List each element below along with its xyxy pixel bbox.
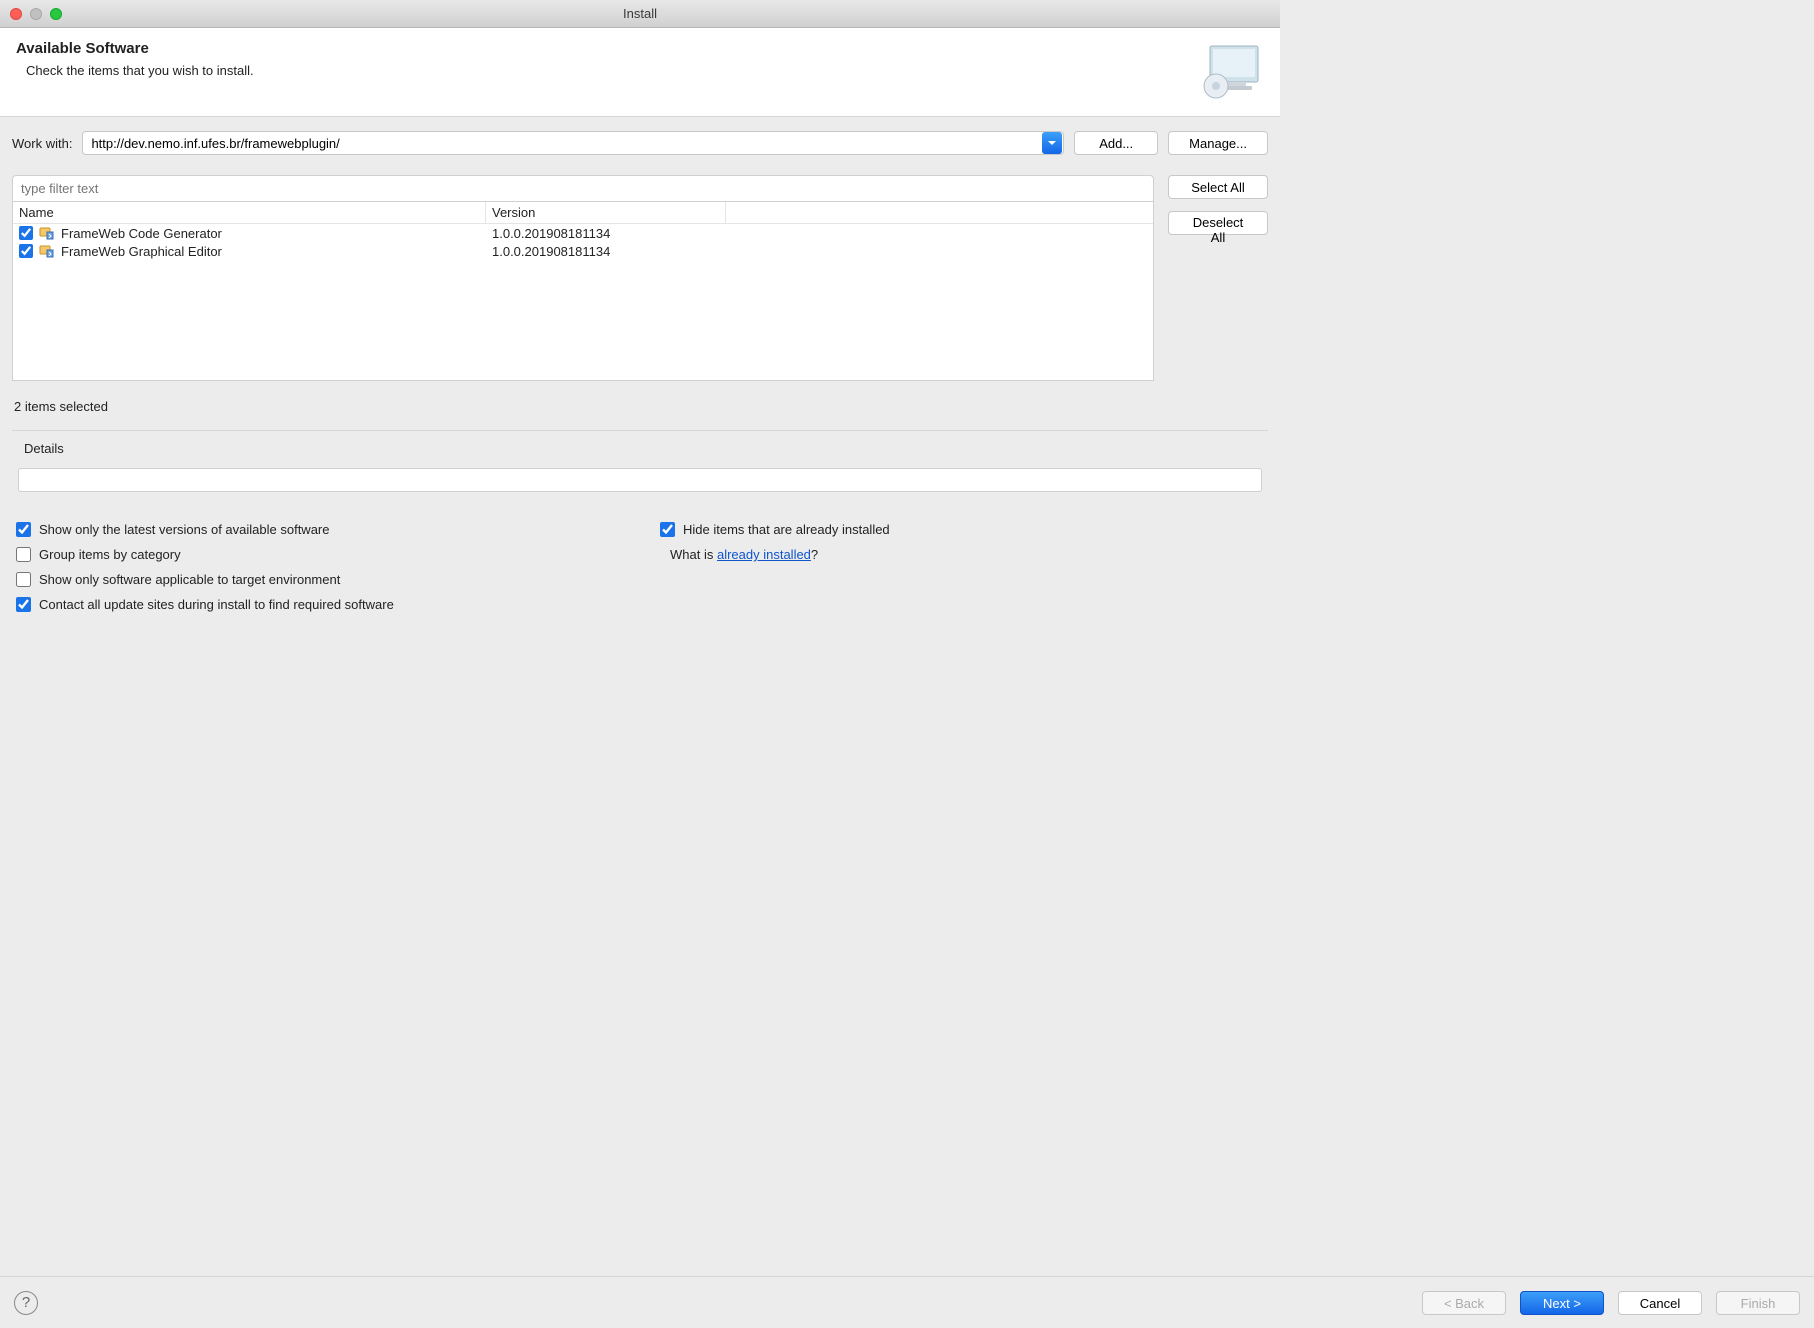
col-version[interactable]: Version xyxy=(486,202,726,223)
item-checkbox[interactable] xyxy=(19,244,33,258)
already-installed-hint: What is already installed? xyxy=(670,547,1264,562)
opt-show-latest[interactable]: Show only the latest versions of availab… xyxy=(16,522,620,537)
add-site-button[interactable]: Add... xyxy=(1074,131,1158,155)
window-title: Install xyxy=(0,6,1280,21)
deselect-all-button[interactable]: Deselect All xyxy=(1168,211,1268,235)
close-window-button[interactable] xyxy=(10,8,22,20)
next-button[interactable]: Next > xyxy=(1520,1291,1604,1315)
item-version: 1.0.0.201908181134 xyxy=(492,244,1147,259)
opt-group-category-checkbox[interactable] xyxy=(16,547,31,562)
details-text[interactable] xyxy=(18,468,1262,492)
feature-icon xyxy=(39,225,55,241)
table-row[interactable]: FrameWeb Code Generator 1.0.0.2019081811… xyxy=(13,224,1153,242)
options-area: Show only the latest versions of availab… xyxy=(12,504,1268,630)
item-name: FrameWeb Graphical Editor xyxy=(61,244,222,259)
details-label: Details xyxy=(24,441,1262,456)
dialog-header: Available Software Check the items that … xyxy=(0,28,1280,117)
work-with-input[interactable] xyxy=(83,133,1041,154)
page-subtitle: Check the items that you wish to install… xyxy=(16,63,254,78)
table-row[interactable]: FrameWeb Graphical Editor 1.0.0.20190818… xyxy=(13,242,1153,260)
opt-show-applicable-checkbox[interactable] xyxy=(16,572,31,587)
software-tree[interactable]: Name Version FrameWeb Code Generator xyxy=(12,201,1154,381)
back-button: < Back xyxy=(1422,1291,1506,1315)
work-with-row: Work with: Add... Manage... xyxy=(12,131,1268,155)
manage-sites-button[interactable]: Manage... xyxy=(1168,131,1268,155)
work-with-combo[interactable] xyxy=(82,131,1064,155)
already-installed-link[interactable]: already installed xyxy=(717,547,811,562)
item-name: FrameWeb Code Generator xyxy=(61,226,222,241)
tree-header: Name Version xyxy=(13,202,1153,224)
zoom-window-button[interactable] xyxy=(50,8,62,20)
col-name[interactable]: Name xyxy=(13,202,486,223)
install-wizard-icon xyxy=(1200,40,1264,104)
main-content: Work with: Add... Manage... Name Version xyxy=(0,117,1280,638)
minimize-window-button[interactable] xyxy=(30,8,42,20)
page-title: Available Software xyxy=(16,40,254,57)
side-button-column: Select All Deselect All xyxy=(1168,175,1268,381)
traffic-lights xyxy=(10,8,62,20)
opt-group-category[interactable]: Group items by category xyxy=(16,547,620,562)
feature-icon xyxy=(39,243,55,259)
titlebar: Install xyxy=(0,0,1280,28)
help-button[interactable]: ? xyxy=(14,1291,38,1315)
wizard-footer: ? < Back Next > Cancel Finish xyxy=(0,1276,1814,1328)
opt-contact-sites[interactable]: Contact all update sites during install … xyxy=(16,597,620,612)
filter-input[interactable] xyxy=(12,175,1154,201)
software-table-area: Name Version FrameWeb Code Generator xyxy=(12,175,1268,381)
item-checkbox[interactable] xyxy=(19,226,33,240)
opt-hide-installed[interactable]: Hide items that are already installed xyxy=(660,522,1264,537)
chevron-down-icon[interactable] xyxy=(1042,132,1062,154)
opt-show-applicable[interactable]: Show only software applicable to target … xyxy=(16,572,620,587)
opt-contact-sites-checkbox[interactable] xyxy=(16,597,31,612)
details-group: Details xyxy=(12,430,1268,504)
opt-show-latest-checkbox[interactable] xyxy=(16,522,31,537)
item-version: 1.0.0.201908181134 xyxy=(492,226,1147,241)
selection-status: 2 items selected xyxy=(12,381,1268,424)
opt-hide-installed-checkbox[interactable] xyxy=(660,522,675,537)
cancel-button[interactable]: Cancel xyxy=(1618,1291,1702,1315)
select-all-button[interactable]: Select All xyxy=(1168,175,1268,199)
work-with-label: Work with: xyxy=(12,136,72,151)
finish-button: Finish xyxy=(1716,1291,1800,1315)
